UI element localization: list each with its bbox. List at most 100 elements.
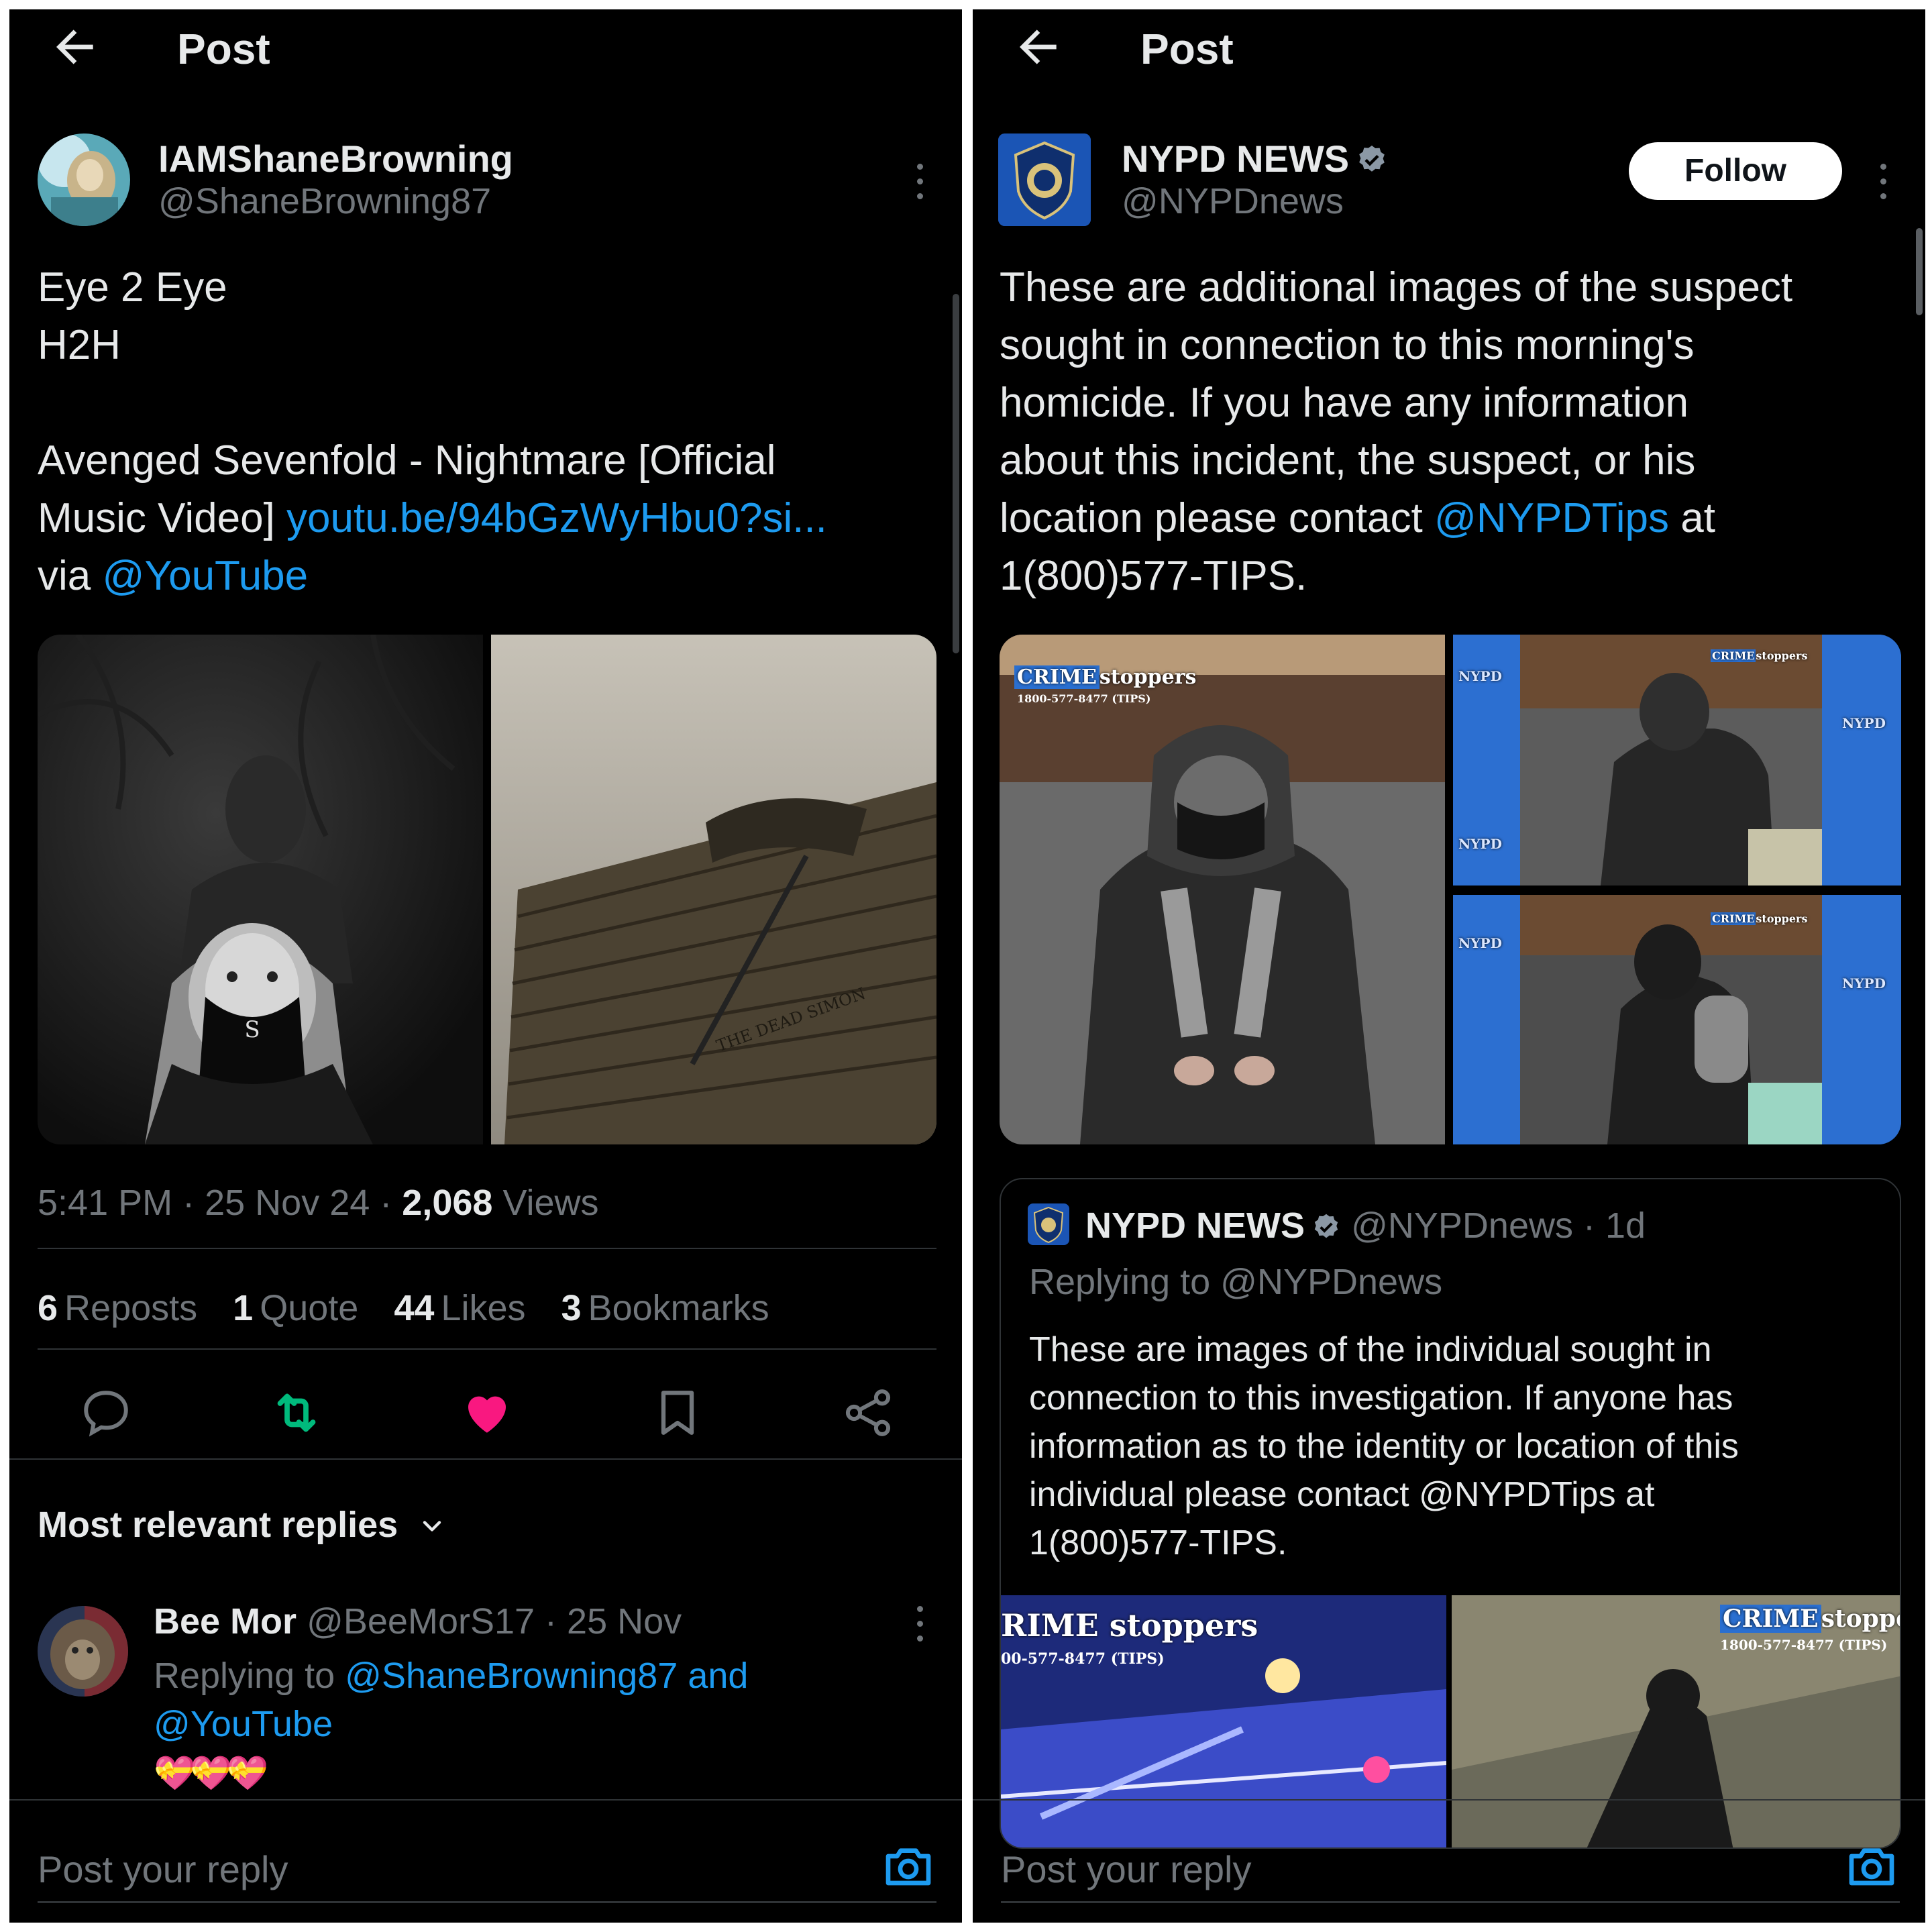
- replying-mention[interactable]: @ShaneBrowning87 and: [345, 1656, 748, 1696]
- share-icon[interactable]: [840, 1385, 896, 1441]
- quoted-line: 1(800)577-TIPS.: [1029, 1523, 1287, 1562]
- divider: [38, 1248, 936, 1249]
- replying-mention[interactable]: @YouTube: [154, 1704, 333, 1744]
- reposts-stat[interactable]: 6 Reposts: [38, 1288, 197, 1328]
- likes-count: 44: [394, 1288, 435, 1328]
- verified-badge-icon: [1359, 146, 1385, 172]
- post-line: H2H: [38, 322, 121, 368]
- separator: ·: [370, 1183, 402, 1223]
- post-image-suspect-top[interactable]: CRIME stoppers NYPD NYPD NYPD: [1453, 635, 1901, 885]
- author-handle[interactable]: @NYPDnews: [1122, 180, 1344, 222]
- author-display-name[interactable]: NYPD NEWS: [1122, 137, 1388, 180]
- top-bar: Post: [973, 9, 1925, 83]
- reply-icon[interactable]: [78, 1385, 134, 1441]
- quoted-age: 1d: [1605, 1205, 1646, 1246]
- svg-text:S: S: [244, 1016, 260, 1043]
- nypd-tile-label: NYPD: [1458, 935, 1502, 951]
- nypdtips-mention[interactable]: @NYPDTips: [1434, 495, 1669, 541]
- replies-sort-label: Most relevant replies: [38, 1505, 398, 1545]
- youtube-link[interactable]: youtu.be/94bGzWyHbu0?si...: [286, 495, 827, 541]
- post-body: Eye 2 Eye H2H Avenged Sevenfold - Nightm…: [38, 259, 936, 605]
- top-bar: Post: [9, 9, 962, 83]
- crimestoppers-label: CRIMEstoppers: [1711, 649, 1808, 662]
- replying-to: Replying to @ShaneBrowning87 and @YouTub…: [154, 1652, 925, 1748]
- camera-icon[interactable]: [881, 1839, 935, 1893]
- reply-author-handle[interactable]: @BeeMorS17: [307, 1601, 535, 1642]
- author-avatar[interactable]: [38, 133, 130, 226]
- like-icon[interactable]: [459, 1385, 515, 1441]
- camera-icon[interactable]: [1845, 1839, 1898, 1893]
- quoted-header: NYPD NEWS @NYPDnews · 1d: [1085, 1205, 1646, 1246]
- reply-input[interactable]: Post your reply: [1001, 1847, 1252, 1891]
- back-arrow-icon[interactable]: [1012, 20, 1065, 74]
- post-line: via: [38, 553, 103, 599]
- bookmark-icon[interactable]: [649, 1385, 706, 1441]
- quotes-stat[interactable]: 1 Quote: [233, 1288, 358, 1328]
- post-line: These are additional images of the suspe…: [1000, 264, 1793, 311]
- post-meta: 5:41 PM · 25 Nov 24 · 2,068 Views: [38, 1182, 599, 1224]
- chevron-down-icon: [423, 1521, 441, 1532]
- post-image-suspect-side[interactable]: CRIME stoppers NYPD NYPD: [1453, 895, 1901, 1144]
- quoted-image-street: RIME stoppers 00-577-8477 (TIPS): [1001, 1595, 1446, 1847]
- engagement-stats: 6 Reposts 1 Quote 44 Likes 3 Bookmarks: [38, 1287, 795, 1329]
- back-arrow-icon[interactable]: [48, 20, 102, 74]
- scrollbar[interactable]: [953, 294, 959, 653]
- reply-input[interactable]: Post your reply: [38, 1847, 288, 1891]
- views-count: 2,068: [402, 1183, 493, 1223]
- bookmarks-label: Bookmarks: [588, 1288, 769, 1328]
- nypd-tile-label: NYPD: [1842, 715, 1886, 731]
- follow-button[interactable]: Follow: [1629, 142, 1842, 200]
- reply-more-options-icon[interactable]: [910, 1601, 930, 1648]
- post-line: location please contact: [1000, 495, 1434, 541]
- reply-author-name[interactable]: Bee Mor: [154, 1601, 297, 1642]
- bookmarks-stat[interactable]: 3 Bookmarks: [561, 1288, 769, 1328]
- more-options-icon[interactable]: [910, 158, 930, 205]
- post-image-suspect-front[interactable]: CRIME stoppers 1800-577-8477 (TIPS): [1000, 635, 1445, 1144]
- divider: [9, 1799, 962, 1801]
- post-image-hooded-figure[interactable]: S: [38, 635, 483, 1144]
- quoted-replying-to: Replying to @NYPDnews: [1029, 1262, 1443, 1302]
- crimestoppers-label: CRIMEstoppers: [1711, 912, 1808, 925]
- youtube-mention[interactable]: @YouTube: [102, 553, 308, 599]
- quoted-post-card[interactable]: NYPD NEWS @NYPDnews · 1d Replying to @NY…: [1000, 1178, 1901, 1849]
- scrollbar[interactable]: [1916, 228, 1923, 315]
- quoted-author-handle: @NYPDnews: [1351, 1205, 1573, 1246]
- quotes-count: 1: [233, 1288, 254, 1328]
- author-name-text: NYPD NEWS: [1122, 138, 1350, 180]
- post-image-stone-wall[interactable]: THE DEAD SIMON: [491, 635, 936, 1144]
- quoted-author-name: NYPD NEWS: [1085, 1205, 1305, 1246]
- nypd-avatar[interactable]: [998, 133, 1091, 226]
- crimestoppers-phone: 1800-577-8477 (TIPS): [1017, 692, 1151, 705]
- author-handle[interactable]: @ShaneBrowning87: [158, 180, 491, 222]
- nypd-tile-label: NYPD: [1458, 668, 1502, 684]
- likes-stat[interactable]: 44 Likes: [394, 1288, 525, 1328]
- reposts-count: 6: [38, 1288, 58, 1328]
- verified-badge-icon: [1314, 1214, 1338, 1238]
- likes-label: Likes: [441, 1288, 526, 1328]
- divider: [38, 1348, 936, 1350]
- nypd-tile-label: NYPD: [1458, 836, 1502, 852]
- crimestoppers-label: CRIMEstoppers: [1014, 665, 1196, 689]
- reply-header: Bee Mor @BeeMorS17 · 25 Nov: [154, 1601, 682, 1642]
- left-post-screen: Post IAMShaneBrowning @ShaneBrowning87 E…: [9, 9, 962, 1923]
- quotes-label: Quote: [260, 1288, 359, 1328]
- author-display-name[interactable]: IAMShaneBrowning: [158, 137, 513, 180]
- crimestoppers-label: CRIMEstoppers: [1720, 1605, 1900, 1633]
- quoted-body: These are images of the individual sough…: [1029, 1326, 1894, 1567]
- page-title: Post: [1140, 25, 1234, 73]
- divider: [9, 1458, 962, 1460]
- post-line: 1(800)577-TIPS.: [1000, 553, 1307, 599]
- separator: ·: [535, 1601, 568, 1642]
- more-options-icon[interactable]: [1873, 158, 1893, 205]
- crimestoppers-badge: CRIME stoppers 1800-577-8477 (TIPS): [1014, 665, 1196, 706]
- replies-sort-dropdown[interactable]: Most relevant replies: [38, 1504, 447, 1546]
- input-underline: [1001, 1901, 1900, 1903]
- divider: [973, 1799, 1925, 1801]
- post-date: 25 Nov 24: [205, 1183, 370, 1223]
- crimestoppers-label: RIME stoppers: [1001, 1607, 1258, 1644]
- separator: ·: [1572, 1205, 1605, 1246]
- repost-icon[interactable]: [268, 1385, 325, 1441]
- post-line: Music Video]: [38, 495, 287, 541]
- reply-author-avatar[interactable]: [38, 1606, 128, 1697]
- separator: ·: [172, 1183, 205, 1223]
